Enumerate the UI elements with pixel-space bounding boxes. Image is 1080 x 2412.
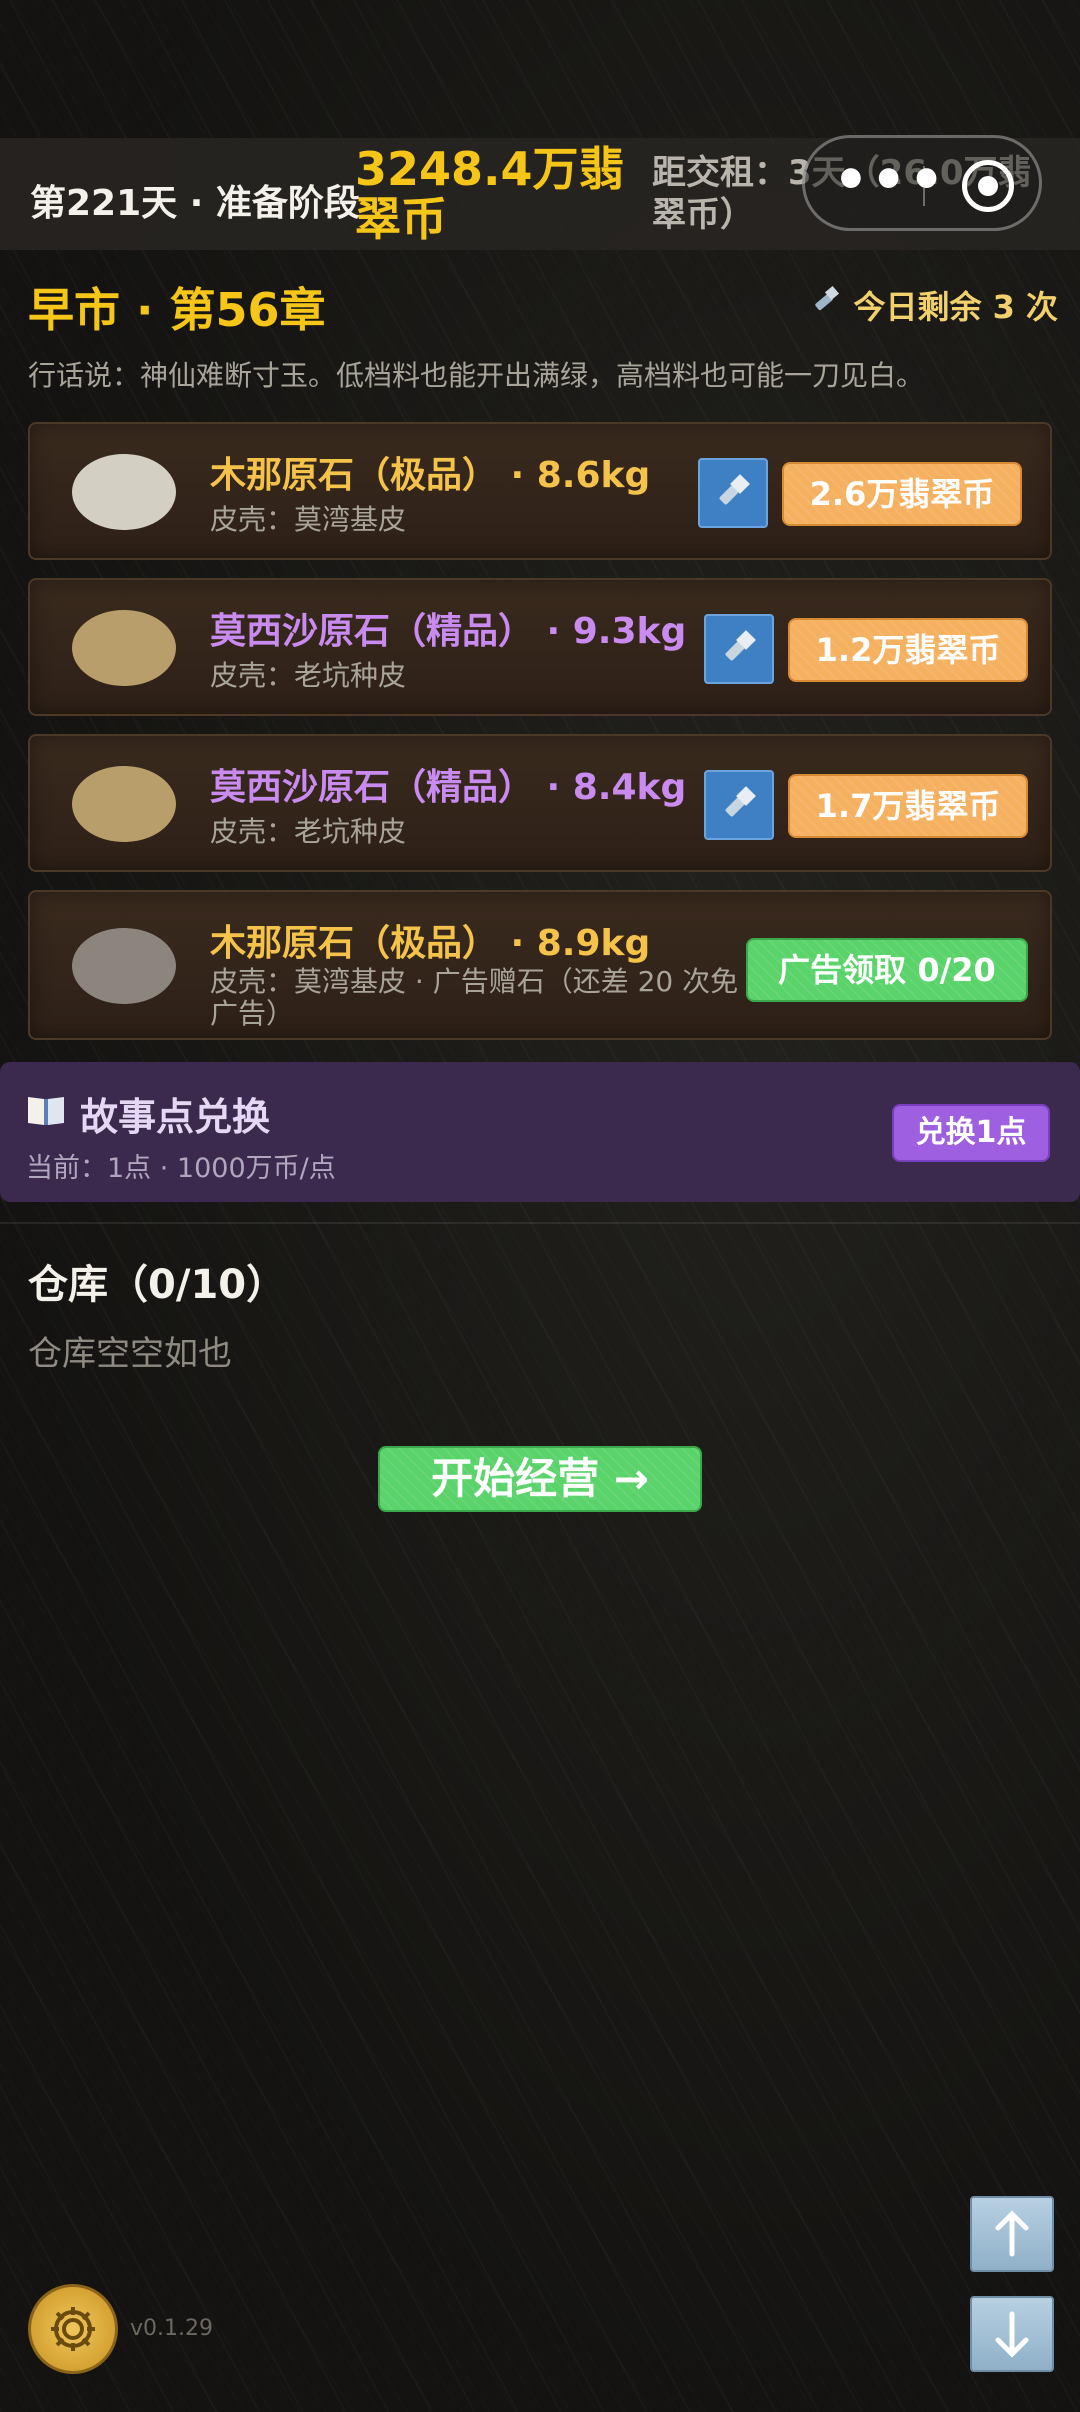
story-points-info: 当前：1点 · 1000万币/点 bbox=[26, 1153, 336, 1184]
scroll-down-button[interactable] bbox=[970, 2296, 1054, 2372]
version-label: v0.1.29 bbox=[130, 2316, 213, 2341]
story-title: 故事点兑换 bbox=[80, 1095, 271, 1139]
day-stage-label: 第221天 · 准备阶段 bbox=[30, 183, 360, 224]
stone-skin: 皮壳：老坑种皮 bbox=[210, 659, 407, 692]
story-exchange-panel: 故事点兑换 当前：1点 · 1000万币/点 兑换1点 bbox=[0, 1062, 1080, 1202]
arrow-down-icon bbox=[995, 2311, 1029, 2358]
buy-price-button[interactable]: 2.6万翡翠币 bbox=[782, 462, 1022, 526]
stone-row: 莫西沙原石（精品） · 9.3kg 皮壳：老坑种皮 1.2万翡翠币 bbox=[28, 578, 1052, 716]
stone-image bbox=[72, 454, 176, 530]
remaining-flashlight: 今日剩余 3 次 bbox=[809, 282, 1058, 328]
stone-skin: 皮壳：莫湾基皮 · 广告赠石（还差 20 次免广告） bbox=[210, 965, 739, 1030]
stone-name: 莫西沙原石（精品） · 8.4kg bbox=[210, 767, 687, 808]
stone-skin: 皮壳：莫湾基皮 bbox=[210, 503, 407, 536]
flashlight-inspect-button[interactable] bbox=[698, 458, 768, 528]
stone-row: 莫西沙原石（精品） · 8.4kg 皮壳：老坑种皮 1.7万翡翠币 bbox=[28, 734, 1052, 872]
start-business-button[interactable]: 开始经营 → bbox=[378, 1446, 702, 1512]
stone-image bbox=[72, 766, 176, 842]
more-menu-icon[interactable]: ••• bbox=[833, 148, 946, 213]
flashlight-icon bbox=[725, 630, 756, 661]
exchange-point-button[interactable]: 兑换1点 bbox=[892, 1104, 1050, 1162]
close-miniprogram-icon[interactable] bbox=[962, 160, 1014, 212]
buy-price-button[interactable]: 1.2万翡翠币 bbox=[788, 618, 1028, 682]
stone-row: 木那原石（极品） · 8.6kg 皮壳：莫湾基皮 2.6万翡翠币 bbox=[28, 422, 1052, 560]
stone-skin: 皮壳：老坑种皮 bbox=[210, 815, 407, 848]
arrow-up-icon bbox=[995, 2210, 1029, 2257]
section-divider bbox=[0, 1222, 1080, 1224]
flashlight-icon bbox=[725, 786, 756, 817]
warehouse-empty-text: 仓库空空如也 bbox=[28, 1334, 232, 1374]
stone-name: 木那原石（极品） · 8.9kg bbox=[210, 923, 651, 964]
buy-price-button[interactable]: 1.7万翡翠币 bbox=[788, 774, 1028, 838]
flashlight-inspect-button[interactable] bbox=[704, 614, 774, 684]
money-display: 3248.4万翡翠币 bbox=[355, 142, 625, 246]
book-icon bbox=[26, 1092, 66, 1136]
settings-button[interactable] bbox=[28, 2284, 118, 2374]
stone-name: 木那原石（极品） · 8.6kg bbox=[210, 455, 651, 496]
flashlight-icon bbox=[719, 474, 750, 505]
market-title: 早市 · 第56章 bbox=[28, 283, 326, 337]
ad-claim-button[interactable]: 广告领取 0/20 bbox=[746, 938, 1028, 1002]
gear-icon bbox=[51, 2307, 95, 2351]
stone-image bbox=[72, 610, 176, 686]
remaining-text: 今日剩余 3 次 bbox=[853, 288, 1058, 326]
flashlight-inspect-button[interactable] bbox=[704, 770, 774, 840]
app-root: 第221天 · 准备阶段 3248.4万翡翠币 距交租：3天（26.0万翡翠币）… bbox=[0, 0, 1080, 2412]
scroll-up-button[interactable] bbox=[970, 2196, 1054, 2272]
stone-image bbox=[72, 928, 176, 1004]
capsule-divider bbox=[923, 166, 925, 206]
warehouse-title: 仓库（0/10） bbox=[28, 1262, 287, 1308]
stone-row-ad: 木那原石（极品） · 8.9kg 皮壳：莫湾基皮 · 广告赠石（还差 20 次免… bbox=[28, 890, 1052, 1040]
story-title-wrap: 故事点兑换 bbox=[26, 1086, 270, 1141]
market-saying: 行话说：神仙难断寸玉。低档料也能开出满绿，高档料也可能一刀见白。 bbox=[28, 359, 925, 392]
flashlight-icon bbox=[809, 284, 843, 326]
stone-name: 莫西沙原石（精品） · 9.3kg bbox=[210, 611, 687, 652]
miniprogram-capsule: ••• bbox=[802, 135, 1042, 231]
